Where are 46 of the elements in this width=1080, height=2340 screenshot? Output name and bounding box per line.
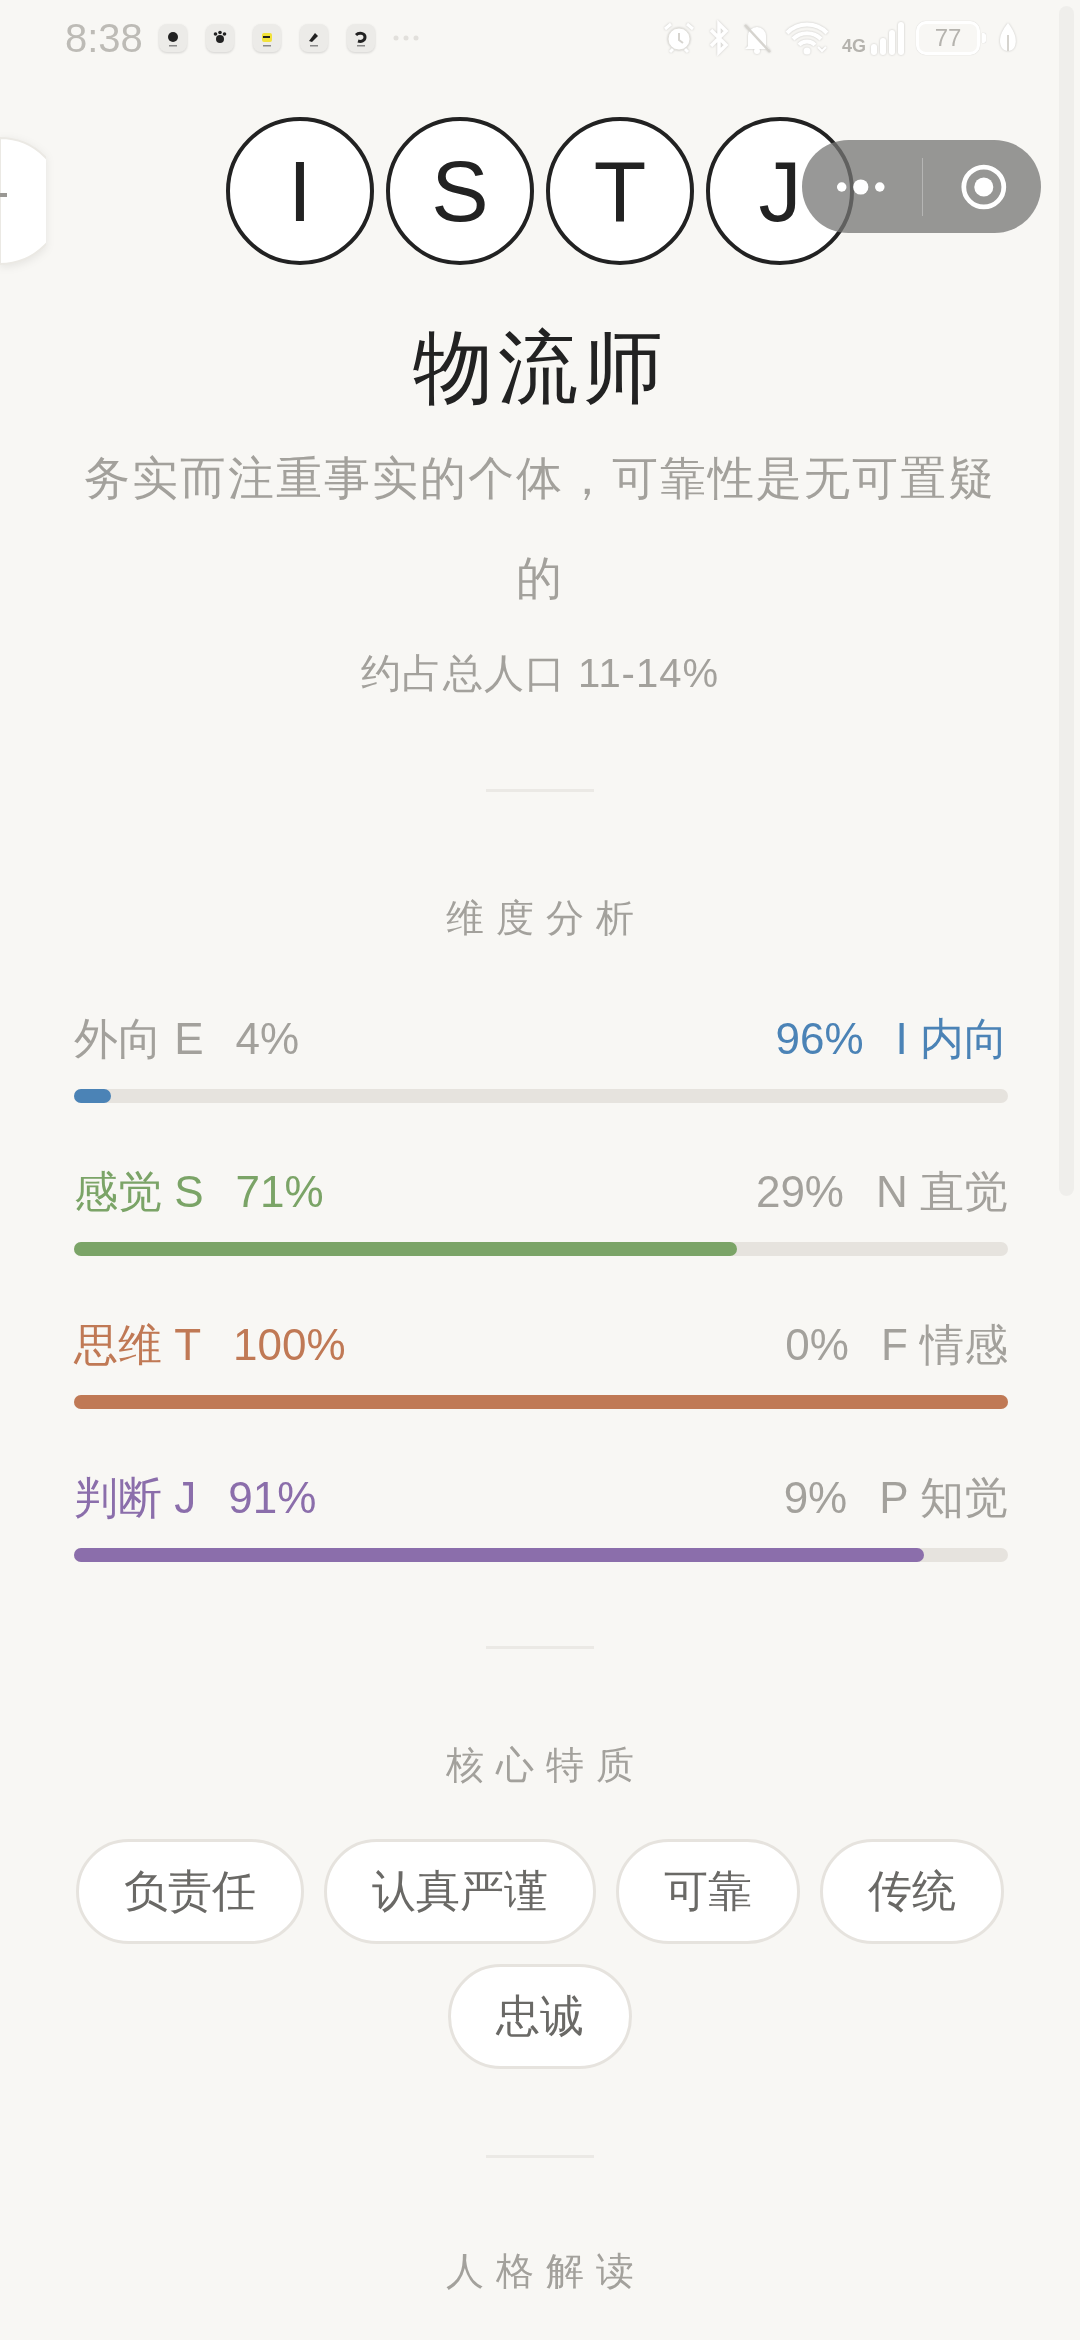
section-heading: 维度分析 (445, 896, 646, 941)
network-type: 4G (842, 35, 866, 57)
bluetooth-icon (708, 20, 730, 56)
type-description: 务实而注重事实的个体，可靠性是无可置疑的 (83, 451, 997, 606)
dimension-percent: 71% (235, 1166, 324, 1218)
trait-tag: 负责任 (76, 1839, 304, 1944)
status-time: 8:38 (65, 15, 143, 61)
dimension-percent: 100% (233, 1319, 346, 1371)
alarm-icon (662, 21, 696, 55)
section-heading: 人格解读 (445, 2249, 646, 2294)
app-notification-icon (204, 23, 235, 53)
population-note: 约占总人口 11-14% (361, 650, 719, 697)
trait-tag: 认真严谨 (324, 1839, 596, 1944)
app-notification-icon (345, 23, 376, 53)
signal-icon (870, 20, 904, 56)
dimension-label: N 直觉 (876, 1166, 1008, 1218)
type-letter: S (386, 117, 534, 265)
app-notification-icon (157, 23, 188, 53)
dimension-percent: 9% (783, 1472, 848, 1524)
back-button[interactable] (0, 136, 46, 266)
section-heading: 核心特质 (445, 1743, 646, 1788)
app-notification-icon (298, 23, 329, 53)
dimension-label: 判断 J (74, 1472, 197, 1524)
more-icon[interactable] (836, 177, 886, 196)
dimension-percent: 96% (775, 1013, 864, 1065)
app-notification-icon (251, 23, 282, 53)
wifi-icon (784, 21, 830, 55)
trait-tag: 忠诚 (448, 1964, 632, 2069)
dimension-label: I 内向 (895, 1013, 1008, 1065)
trait-tag: 传统 (820, 1839, 1004, 1944)
dimension-label: 感觉 S (74, 1166, 204, 1218)
type-letter: I (226, 117, 374, 265)
more-notifications-icon (392, 35, 419, 41)
dimension-label: P 知觉 (879, 1472, 1008, 1524)
battery-indicator: 77 (916, 21, 986, 55)
dash-icon[interactable] (0, 193, 7, 197)
dimension-percent: 0% (785, 1319, 849, 1371)
dimension-label: 思维 T (74, 1319, 202, 1371)
dimension-percent: 4% (235, 1013, 300, 1065)
type-title: 物流师 (412, 322, 668, 414)
type-letter: T (546, 117, 694, 265)
dimension-percent: 29% (755, 1166, 844, 1218)
dimension-label: F 情感 (880, 1319, 1008, 1371)
dimension-percent: 91% (228, 1472, 317, 1524)
trait-tag: 可靠 (616, 1839, 800, 1944)
dimension-label: 外向 E (74, 1013, 204, 1065)
